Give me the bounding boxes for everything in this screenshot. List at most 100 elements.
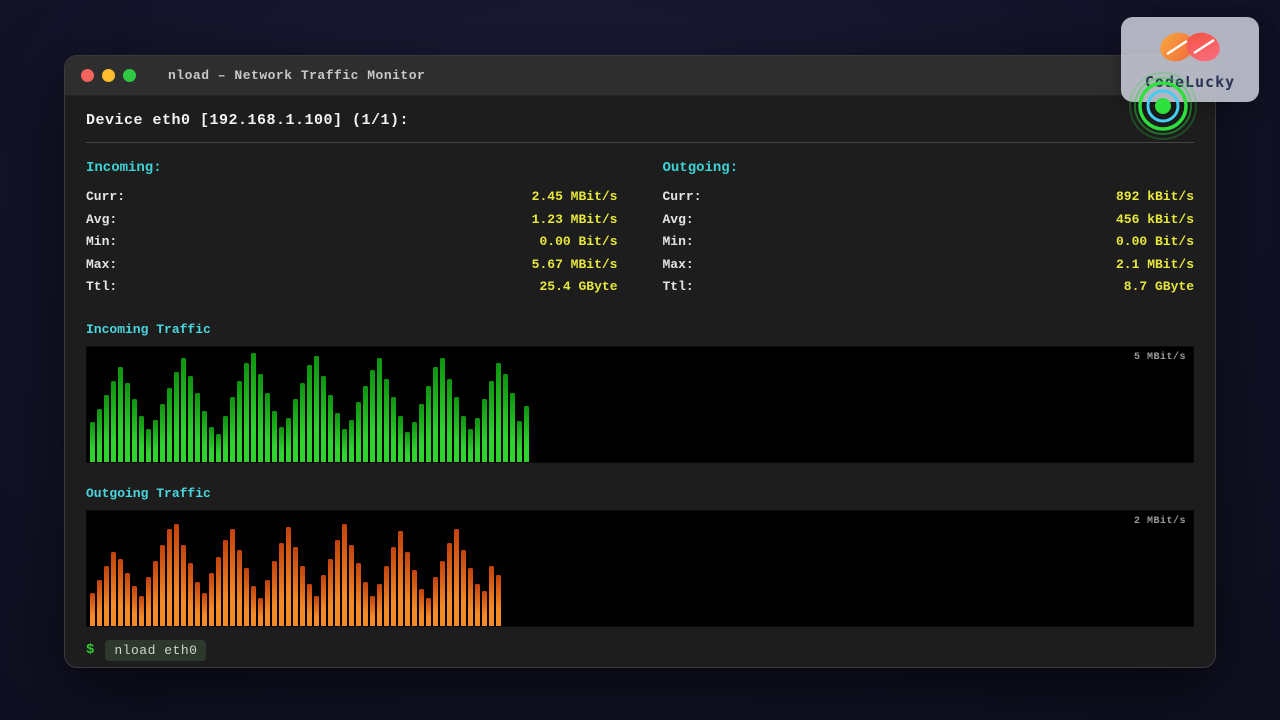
stat-label: Avg:: [86, 209, 117, 232]
traffic-bar: [230, 529, 235, 626]
traffic-bar: [300, 383, 305, 461]
traffic-bar: [132, 586, 137, 625]
traffic-bar: [104, 566, 109, 626]
traffic-bar: [405, 552, 410, 626]
traffic-bar: [104, 395, 109, 462]
traffic-bar: [111, 381, 116, 462]
traffic-bar: [314, 596, 319, 626]
traffic-bar: [160, 404, 165, 462]
traffic-bar: [167, 388, 172, 462]
traffic-bar: [209, 427, 214, 462]
stat-value: 2.1 MBit/s: [1116, 254, 1194, 277]
traffic-bar: [251, 353, 256, 461]
traffic-bar: [209, 573, 214, 626]
traffic-bar: [237, 550, 242, 626]
traffic-bar: [391, 397, 396, 461]
traffic-bar: [265, 393, 270, 462]
maximize-button[interactable]: [123, 69, 136, 82]
traffic-bar: [90, 422, 95, 461]
traffic-bar: [440, 358, 445, 462]
traffic-bar: [181, 358, 186, 462]
stat-row-outgoing-ttl: Ttl: 8.7 GByte: [663, 276, 1195, 299]
traffic-bar: [321, 376, 326, 461]
traffic-bar: [118, 367, 123, 461]
incoming-header: Incoming:: [86, 160, 618, 176]
shell-prompt: $ nload eth0: [86, 640, 1194, 661]
traffic-bar: [342, 429, 347, 461]
traffic-bar: [125, 383, 130, 461]
traffic-bar: [363, 386, 368, 462]
traffic-bar: [265, 580, 270, 626]
traffic-bar: [426, 386, 431, 462]
stat-row-incoming-max: Max: 5.67 MBit/s: [86, 254, 618, 277]
stat-row-outgoing-min: Min: 0.00 Bit/s: [663, 231, 1195, 254]
stat-value: 0.00 Bit/s: [1116, 231, 1194, 254]
traffic-bar: [384, 379, 389, 462]
traffic-bar: [167, 529, 172, 626]
traffic-bar: [468, 568, 473, 626]
traffic-bar: [405, 432, 410, 462]
traffic-bar: [349, 545, 354, 626]
traffic-bar: [90, 593, 95, 625]
traffic-bar: [97, 409, 102, 462]
prompt-symbol: $: [86, 642, 94, 658]
traffic-bar: [223, 416, 228, 462]
traffic-bar: [293, 399, 298, 461]
traffic-bar: [412, 570, 417, 625]
traffic-bar: [454, 397, 459, 461]
infinity-logo-icon: [1157, 28, 1223, 71]
traffic-bar: [181, 545, 186, 626]
stat-label: Min:: [663, 231, 694, 254]
traffic-bar: [286, 418, 291, 462]
traffic-bar: [132, 399, 137, 461]
minimize-button[interactable]: [102, 69, 115, 82]
stat-row-outgoing-curr: Curr: 892 kBit/s: [663, 186, 1195, 209]
stat-label: Min:: [86, 231, 117, 254]
traffic-bar: [489, 381, 494, 462]
traffic-bar: [433, 577, 438, 625]
outgoing-traffic-label: Outgoing Traffic: [86, 486, 1194, 501]
traffic-bar: [377, 584, 382, 625]
incoming-chart: 5 MBit/s: [86, 346, 1194, 463]
traffic-bar: [398, 416, 403, 462]
traffic-bar: [153, 420, 158, 461]
traffic-bar: [195, 582, 200, 626]
traffic-bar: [272, 561, 277, 625]
device-line: Device eth0 [192.168.1.100] (1/1):: [86, 112, 1194, 129]
traffic-bar: [475, 584, 480, 625]
traffic-bar: [461, 550, 466, 626]
traffic-bar: [293, 547, 298, 625]
incoming-bars: [90, 347, 1193, 462]
traffic-bar: [188, 376, 193, 461]
window-title: nload – Network Traffic Monitor: [168, 68, 425, 83]
window-titlebar: nload – Network Traffic Monitor: [65, 56, 1215, 96]
stats-section: Incoming: Curr: 2.45 MBit/s Avg: 1.23 MB…: [86, 160, 1194, 299]
traffic-bar: [202, 593, 207, 625]
traffic-bar: [419, 404, 424, 462]
traffic-bar: [314, 356, 319, 462]
traffic-bar: [160, 545, 165, 626]
traffic-bar: [174, 372, 179, 462]
traffic-bar: [433, 367, 438, 461]
traffic-bar: [328, 559, 333, 626]
stat-label: Ttl:: [663, 276, 694, 299]
traffic-bar: [335, 413, 340, 461]
traffic-bar: [482, 591, 487, 626]
traffic-bar: [307, 365, 312, 462]
traffic-bar: [125, 573, 130, 626]
traffic-bar: [174, 524, 179, 625]
traffic-bar: [195, 393, 200, 462]
traffic-bar: [202, 411, 207, 462]
traffic-bar: [328, 395, 333, 462]
traffic-bar: [230, 397, 235, 461]
traffic-bar: [321, 575, 326, 626]
stat-label: Max:: [663, 254, 694, 277]
traffic-bar: [258, 598, 263, 626]
stat-value: 8.7 GByte: [1124, 276, 1194, 299]
close-button[interactable]: [81, 69, 94, 82]
traffic-bar: [216, 557, 221, 626]
traffic-bar: [349, 420, 354, 461]
traffic-bar: [244, 363, 249, 462]
traffic-bar: [356, 402, 361, 462]
traffic-bar: [188, 563, 193, 625]
